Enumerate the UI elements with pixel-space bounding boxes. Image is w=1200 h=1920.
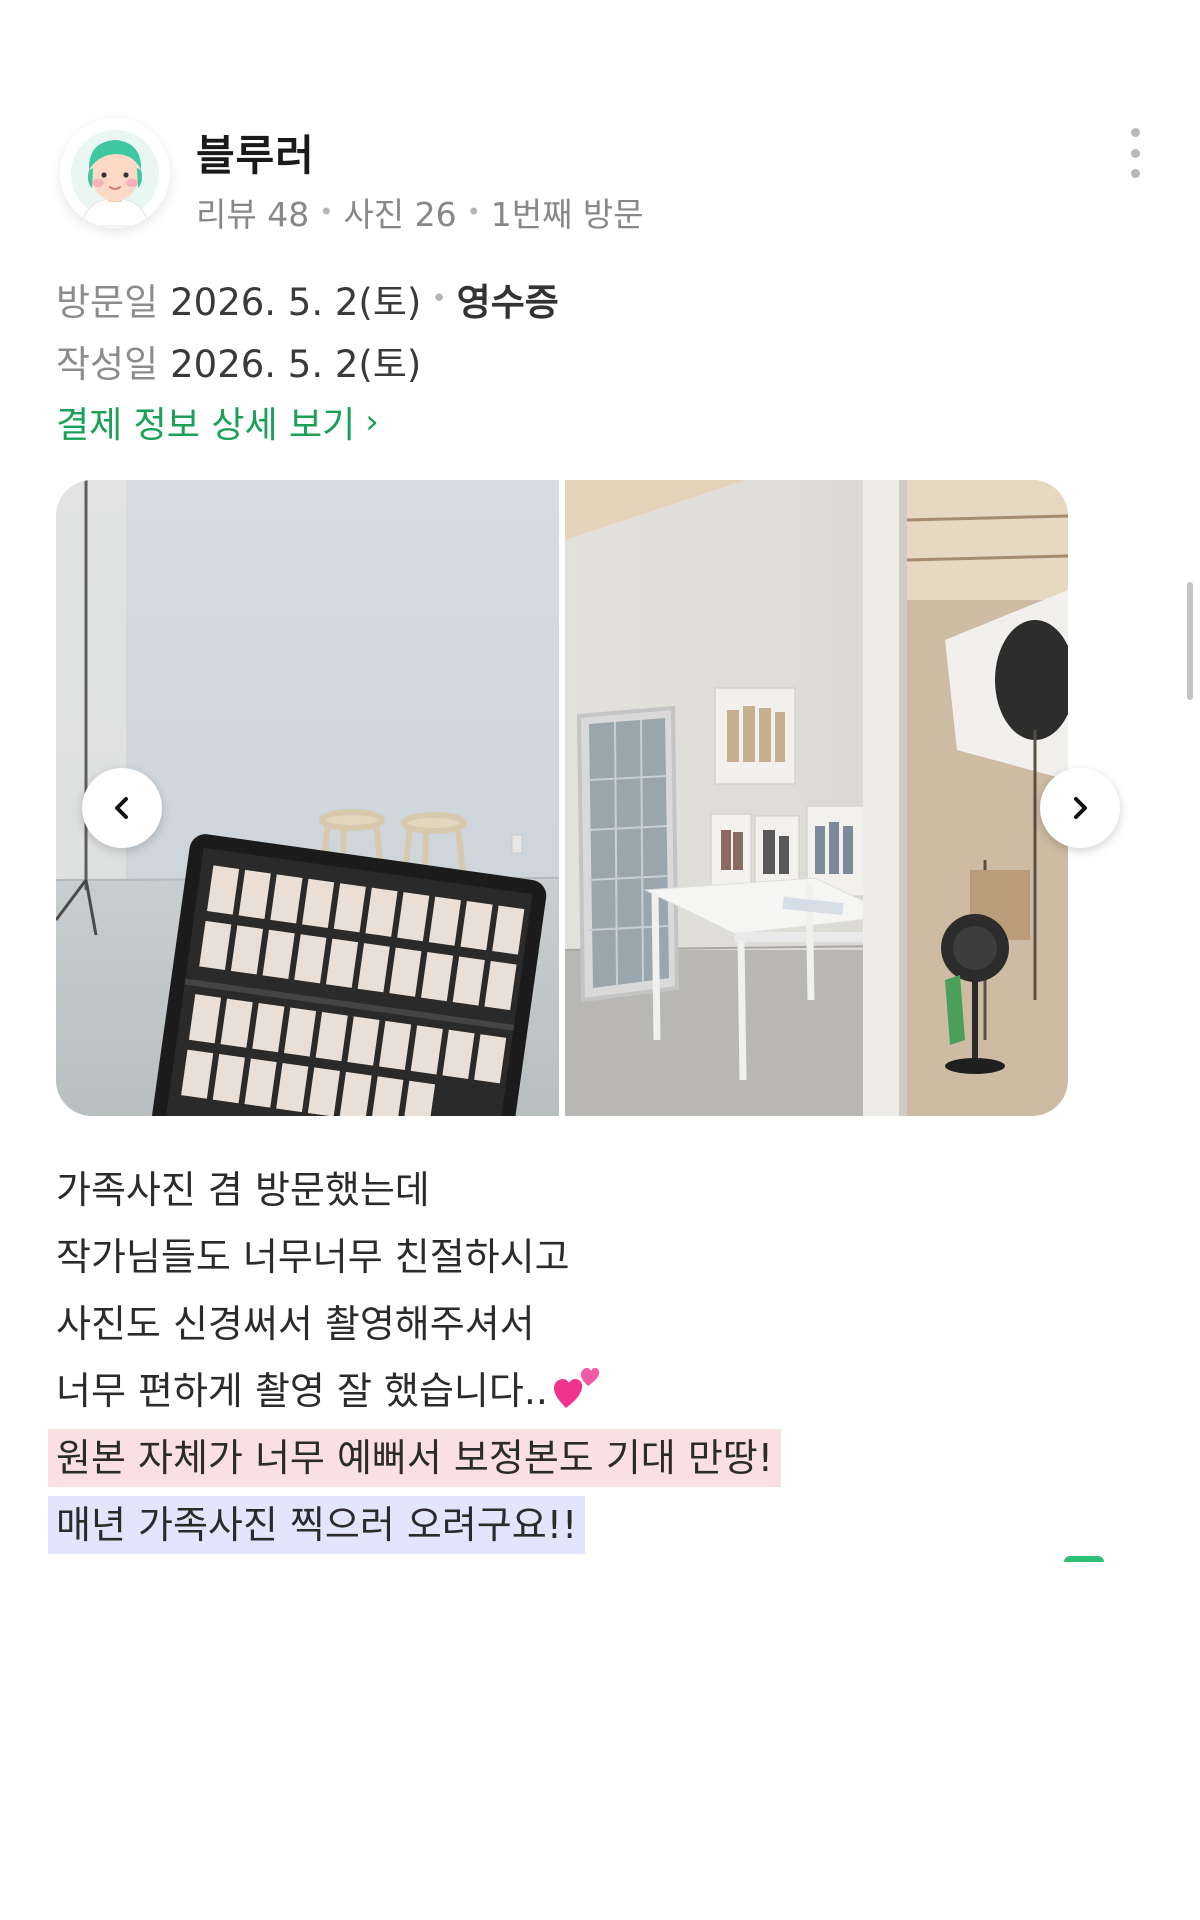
review-highlight-pink: 원본 자체가 너무 예뻐서 보정본도 기대 만땅!: [48, 1429, 781, 1487]
separator-dot: •: [319, 198, 334, 226]
payment-details-label: 결제 정보 상세 보기: [56, 405, 356, 446]
user-stats: 리뷰 48 • 사진 26 • 1번째 방문: [196, 188, 644, 236]
visit-count: 1번째 방문: [490, 195, 644, 234]
written-date-value: 2026. 5. 2(토): [170, 343, 422, 386]
more-options-icon[interactable]: [1120, 128, 1150, 178]
photo-count: 사진 26: [343, 195, 457, 234]
receipt-badge: 영수증: [456, 281, 559, 324]
review-line-with-emoji: 너무 편하게 촬영 잘 했습니다..: [56, 1358, 781, 1425]
photo-gallery[interactable]: [56, 480, 1068, 1116]
review-body: 가족사진 겸 방문했는데 작가님들도 너무너무 친절하시고 사진도 신경써서 촬…: [48, 1157, 781, 1559]
two-hearts-icon: [554, 1368, 600, 1408]
floating-button-edge[interactable]: [1064, 1556, 1104, 1562]
separator-dot: •: [431, 284, 447, 314]
review-highlight-row: 매년 가족사진 찍으러 오려구요!!: [48, 1492, 781, 1559]
scrollbar[interactable]: [1187, 582, 1193, 700]
chevron-right-icon: ›: [365, 402, 379, 442]
studio-table-portraits-photo[interactable]: [565, 480, 1068, 1116]
review-highlight-row: 원본 자체가 너무 예뻐서 보정본도 기대 만땅!: [48, 1425, 781, 1492]
visit-date-value: 2026. 5. 2(토): [170, 281, 422, 324]
avatar[interactable]: [60, 118, 170, 228]
written-date-row: 작성일 2026. 5. 2(토): [56, 334, 421, 388]
review-line: 작가님들도 너무너무 친절하시고: [56, 1235, 570, 1279]
review-highlight-blue: 매년 가족사진 찍으러 오려구요!!: [48, 1496, 586, 1554]
gallery-next-button[interactable]: [1040, 768, 1120, 848]
username[interactable]: 블루러: [196, 122, 315, 183]
avatar-illustration: [60, 118, 170, 228]
review-line: 가족사진 겸 방문했는데: [56, 1168, 430, 1212]
chevron-left-icon: [115, 797, 128, 819]
visit-date-row: 방문일 2026. 5. 2(토) • 영수증: [56, 272, 559, 326]
review-count: 리뷰 48: [196, 195, 310, 234]
review-card: 블루러 리뷰 48 • 사진 26 • 1번째 방문 방문일 2026. 5. …: [0, 0, 1200, 1920]
payment-details-link[interactable]: 결제 정보 상세 보기 ›: [56, 396, 379, 448]
written-date-label: 작성일: [56, 343, 159, 386]
review-line: 사진도 신경써서 촬영해주셔서: [56, 1302, 535, 1346]
gallery-prev-button[interactable]: [82, 768, 162, 848]
review-line: 너무 편하게 촬영 잘 했습니다..: [56, 1369, 548, 1413]
separator-dot: •: [466, 198, 481, 226]
chevron-right-icon: [1074, 797, 1087, 819]
visit-date-label: 방문일: [56, 281, 159, 324]
